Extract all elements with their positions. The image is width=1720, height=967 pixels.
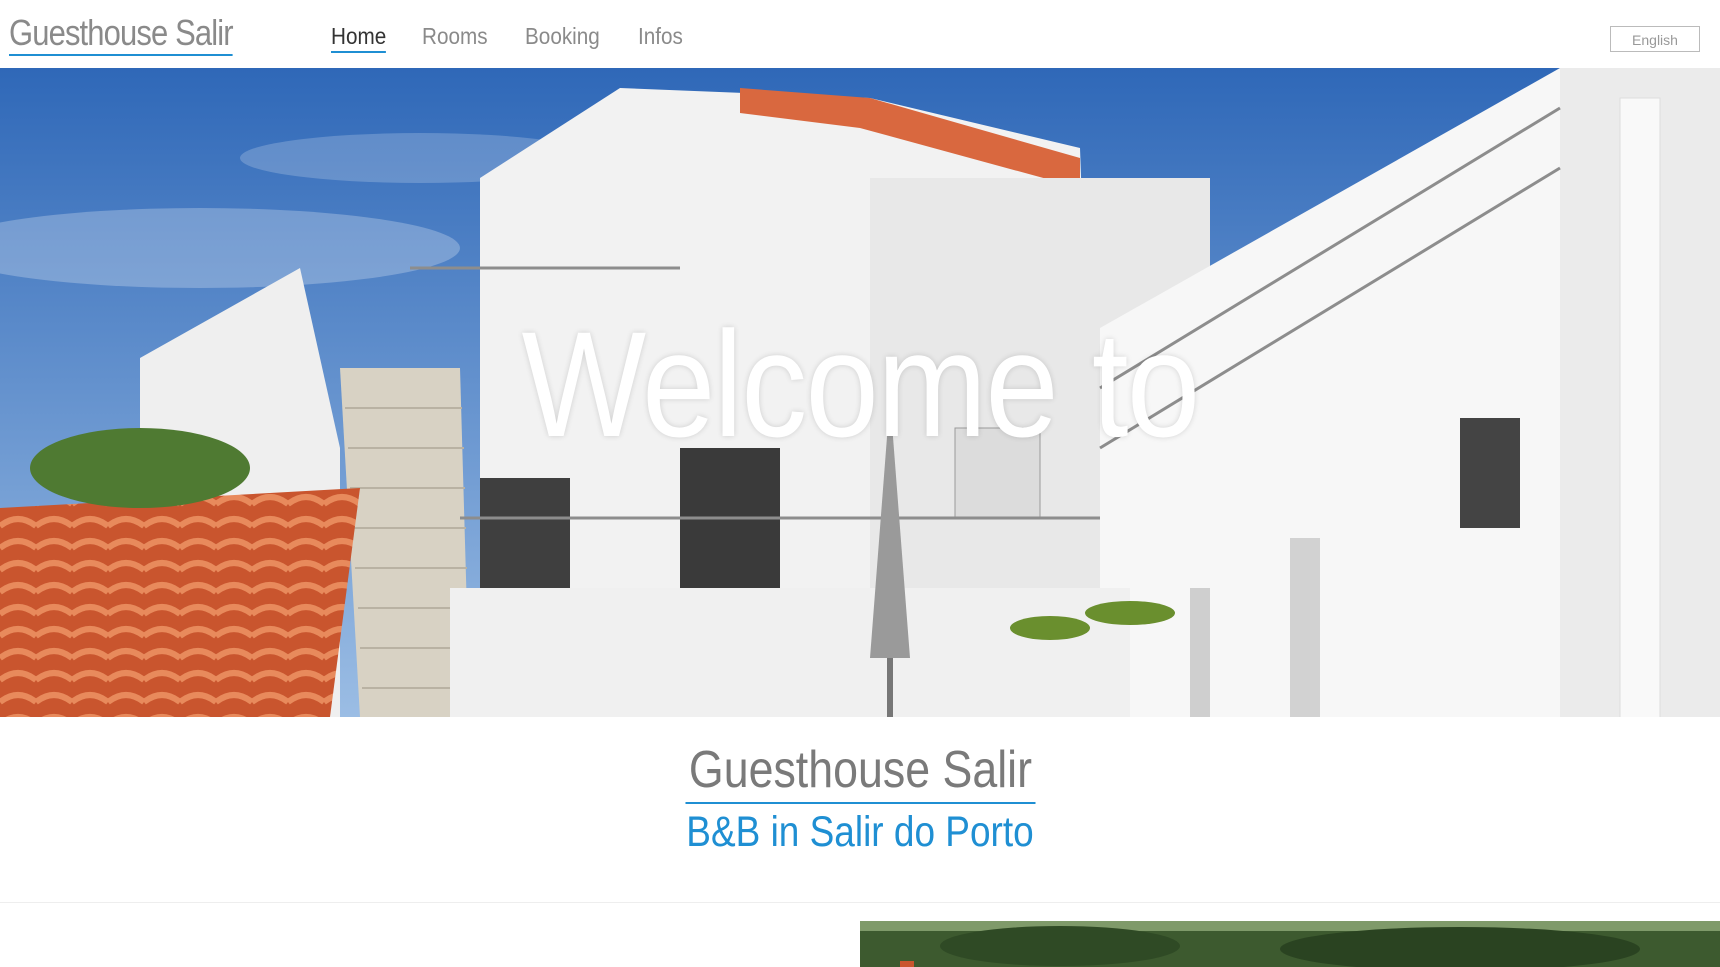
nav-infos[interactable]: Infos (638, 21, 683, 53)
intro-section: Guesthouse Salir B&B in Salir do Porto (0, 740, 1720, 857)
section-divider (0, 902, 1720, 903)
hero-banner: Welcome to (0, 68, 1720, 717)
nav-booking[interactable]: Booking (525, 21, 600, 53)
nav-home[interactable]: Home (331, 21, 387, 53)
nav-rooms[interactable]: Rooms (422, 21, 488, 53)
landscape-photo (860, 921, 1720, 967)
intro-title: Guesthouse Salir (685, 740, 1035, 804)
brand-logo-link[interactable]: Guesthouse Salir (9, 14, 234, 56)
main-navigation: Home Rooms Booking Infos (331, 21, 688, 53)
site-header: Guesthouse Salir Home Rooms Booking Info… (0, 0, 1720, 68)
intro-subtitle: B&B in Salir do Porto (686, 808, 1034, 856)
language-selector[interactable]: English (1610, 26, 1700, 52)
hero-welcome-heading: Welcome to (521, 300, 1201, 468)
